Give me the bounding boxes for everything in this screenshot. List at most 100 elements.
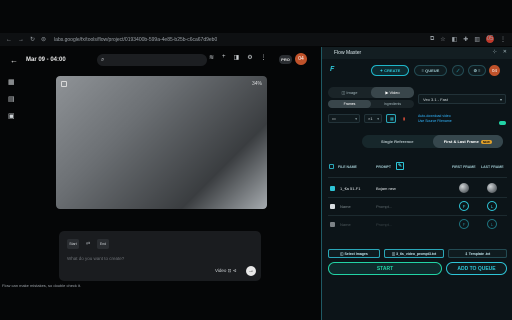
prompt-input[interactable]: What do you want to create? (67, 256, 124, 261)
first-frame-thumbnail[interactable] (459, 183, 469, 193)
table-row[interactable]: Name Prompt... F L (328, 218, 507, 234)
auto-download-toggle[interactable] (499, 121, 506, 125)
start-frame-chip[interactable]: Start (67, 239, 79, 249)
row-checkbox[interactable] (330, 222, 335, 227)
first-last-frame-tab[interactable]: First & Last Frame NEW (432, 135, 503, 148)
mode-selector[interactable]: Video ⊡ ⊲ (215, 268, 236, 274)
send-button[interactable]: → (246, 266, 256, 276)
trash-icon[interactable]: ▮ (400, 114, 414, 123)
toolbar-icons: ≋ + ◨ ⚙ ⋮ (209, 54, 267, 61)
divider (328, 177, 507, 178)
last-frame-thumbnail[interactable] (487, 183, 497, 193)
slot-button[interactable]: ▦ (386, 114, 396, 123)
aspect-value: ▭ (332, 116, 336, 121)
add-to-queue-button[interactable]: ADD TO QUEUE (446, 262, 507, 275)
cast-icon[interactable]: ⧉ (430, 36, 434, 43)
chevron-down-icon: ▾ (377, 116, 379, 121)
model-select[interactable]: Veo 3.1 - Fast ▾ (418, 94, 506, 104)
first-frame-slot[interactable]: F (459, 201, 469, 211)
select-images-button[interactable]: ◫ Select Images (328, 249, 380, 258)
project-top-bar: ← Mar 09 - 04:00 ⌕ ≋ + ◨ ⚙ ⋮ PRO 04 (0, 48, 318, 72)
browser-profile-avatar[interactable]: 05 (486, 35, 494, 43)
row-file-name[interactable]: 1_€a 51-F1 (340, 186, 360, 191)
back-arrow-icon[interactable]: ← (6, 37, 12, 43)
magic-wand-button[interactable]: ⟋ (452, 65, 464, 76)
prompt-file-button[interactable]: ◫ 3_6s_video_prompt3.txt (384, 249, 444, 258)
row-file-name[interactable]: Name (340, 222, 351, 227)
last-frame-slot[interactable]: L (487, 201, 497, 211)
site-info-icon[interactable]: ⊜ (41, 36, 46, 43)
menu-icon[interactable]: ⋮ (500, 36, 506, 43)
ingredients-tab[interactable]: Ingredients (371, 100, 414, 108)
forward-arrow-icon[interactable]: → (18, 37, 24, 43)
disclaimer-text: Flow can make mistakes, so double check … (2, 283, 82, 288)
star-icon[interactable]: ☆ (440, 36, 445, 43)
end-frame-chip[interactable]: End (97, 239, 109, 249)
swap-icon[interactable]: ⇄ (86, 241, 90, 247)
gallery-icon[interactable]: ▦ (8, 78, 15, 86)
chevron-down-icon: ▾ (499, 96, 502, 102)
model-value: Veo 3.1 - Fast (423, 96, 448, 102)
sidepanel-icon[interactable]: ▥ (474, 36, 480, 43)
puzzle-icon[interactable]: ✚ (463, 36, 468, 43)
row-prompt[interactable]: Prompt... (376, 204, 392, 209)
row-prompt[interactable]: Bojam new (376, 186, 396, 191)
edit-prompt-icon[interactable]: ✎ (396, 162, 404, 170)
table-header: FILE NAME PROMPT ✎ FIRST FRAME LAST FRAM… (328, 161, 507, 173)
panel-nav: F ✦ CREATE ≡ QUEUE ⟋ ⚙ ≡ 04 (322, 61, 512, 81)
reload-icon[interactable]: ↻ (30, 36, 35, 43)
reference-mode-toggle: Single Reference First & Last Frame NEW (362, 135, 503, 148)
wifi-icon[interactable]: ≋ (209, 54, 214, 61)
aspect-ratio-select[interactable]: ▭ ▾ (328, 114, 360, 123)
select-checkbox[interactable] (61, 81, 67, 87)
col-last-frame: LAST FRAME (481, 165, 504, 169)
more-icon[interactable]: ⋮ (261, 54, 267, 61)
source-filename-label[interactable]: Use Source Filename (418, 119, 452, 124)
panel-icon[interactable]: ◨ (234, 54, 240, 61)
first-last-frame-label: First & Last Frame (443, 139, 479, 144)
single-reference-tab[interactable]: Single Reference (362, 135, 433, 148)
first-frame-slot[interactable]: F (459, 219, 469, 229)
browser-url-bar: ← → ↻ ⊜ labs.google/fx/tools/flow/projec… (0, 33, 512, 46)
row-checkbox[interactable] (330, 204, 335, 209)
address-field[interactable]: labs.google/fx/tools/flow/project/019340… (54, 37, 217, 43)
image-tab[interactable]: ◫ Image (328, 87, 371, 98)
plan-badge: PRO (279, 55, 292, 64)
template-button[interactable]: ⇩ Template .txt (448, 249, 507, 258)
select-all-checkbox[interactable] (329, 164, 334, 169)
col-prompt: PROMPT (376, 165, 391, 169)
table-row[interactable]: 1_€a 51-F1 Bojam new (328, 182, 507, 198)
avatar[interactable]: 04 (295, 53, 307, 65)
auto-download-options: Auto-download video Use Source Filename (418, 114, 452, 124)
project-title: Mar 09 - 04:00 (26, 57, 66, 63)
divider (328, 197, 507, 198)
create-tab[interactable]: ✦ CREATE (371, 65, 409, 76)
row-prompt[interactable]: Prompt... (376, 222, 392, 227)
queue-tab[interactable]: ≡ QUEUE (414, 65, 447, 76)
panel-avatar[interactable]: 04 (489, 65, 500, 76)
scenes-icon[interactable]: ▤ (8, 95, 15, 103)
count-value: ×1 (368, 116, 373, 121)
settings-icon[interactable]: ⚙ (247, 54, 252, 61)
settings-button[interactable]: ⚙ ≡ (468, 65, 486, 76)
media-icon[interactable]: ▣ (8, 112, 15, 120)
col-first-frame: FIRST FRAME (452, 165, 476, 169)
row-checkbox[interactable] (330, 186, 335, 191)
frames-tab[interactable]: Frames (328, 100, 371, 108)
video-tab[interactable]: ▶ Video (371, 87, 414, 98)
search-input[interactable]: ⌕ (97, 54, 207, 66)
plus-icon[interactable]: + (222, 54, 226, 61)
last-frame-slot[interactable]: L (487, 219, 497, 229)
close-icon[interactable]: ✕ (503, 49, 507, 55)
back-icon[interactable]: ← (10, 56, 18, 65)
pin-icon[interactable]: ⊹ (493, 49, 497, 55)
table-row[interactable]: Name Prompt... F L (328, 200, 507, 216)
count-select[interactable]: ×1 ▾ (364, 114, 382, 123)
video-preview[interactable]: 34% (56, 76, 267, 209)
extension-icon[interactable]: ◧ (452, 36, 458, 43)
options-row: ▭ ▾ ×1 ▾ ▦ ▮ (328, 114, 414, 123)
start-button[interactable]: START (328, 262, 442, 275)
left-rail: ▦ ▤ ▣ (8, 78, 15, 120)
row-file-name[interactable]: Name (340, 204, 351, 209)
flow-master-logo: F (330, 66, 335, 73)
